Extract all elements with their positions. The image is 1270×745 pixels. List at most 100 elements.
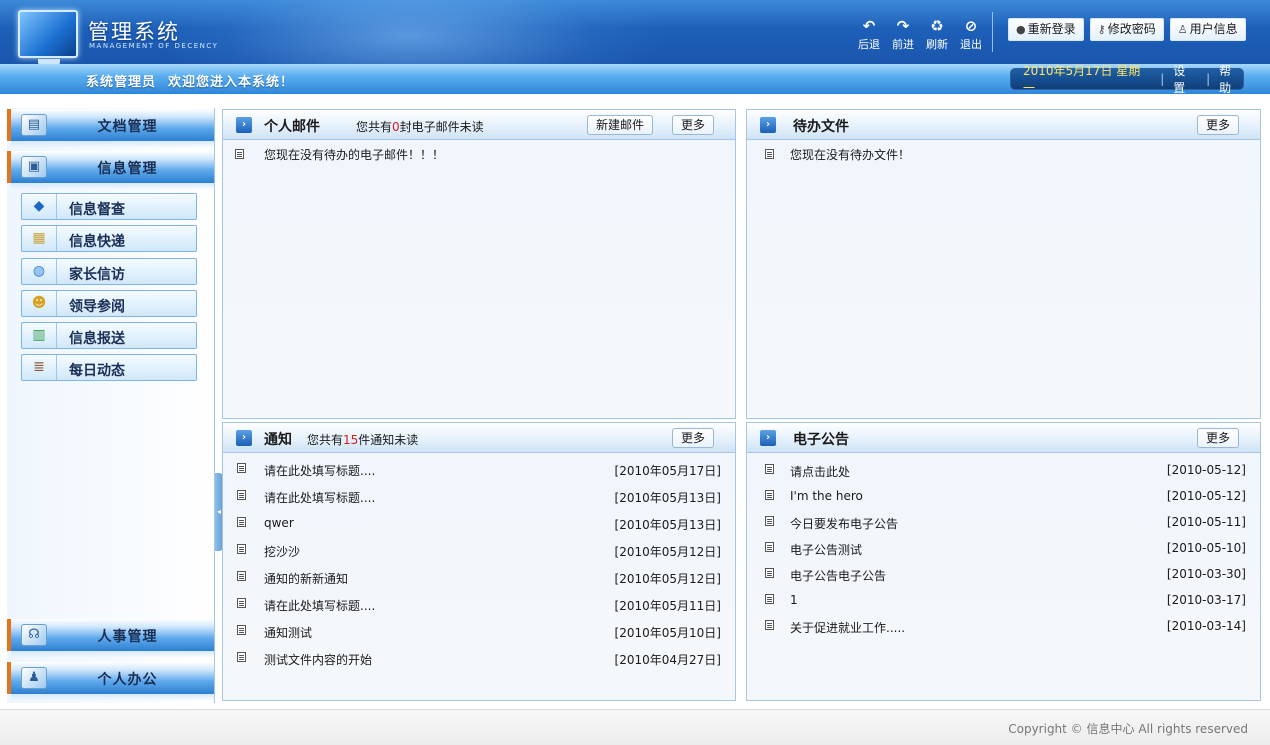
document-icon [237,598,246,608]
key-icon: ⚷ [1097,23,1106,36]
todo-empty-message: 您现在没有待办文件！ [790,148,911,162]
sidebar-item-info-express[interactable]: ▦ 信息快递 [21,225,197,253]
notice-title-link[interactable]: 通知测试 [264,624,312,641]
bulletin-title-link[interactable]: 电子公告测试 [790,541,862,558]
mail-panel-header: › 个人邮件 您共有0封电子邮件未读 新建邮件 更多 [223,110,735,140]
sidebar-section-personal[interactable]: ♟ 个人办公 [7,662,214,701]
notice-title-link[interactable]: qwer [264,516,294,530]
welcome-text: 系统管理员 欢迎您进入本系统！ [86,71,294,90]
globe-icon: ◍ [32,262,46,279]
todo-panel-header: › 待办文件 更多 [747,110,1260,140]
relogin-button[interactable]: ● 重新登录 [1008,18,1084,41]
bulletin-title-link[interactable]: 关于促进就业工作..... [790,619,905,636]
document-icon [237,571,246,581]
notice-list: 请在此处填写标题.... [2010年05月17日] 请在此处填写标题.... … [223,456,735,672]
notice-date: [2010年05月12日] [614,572,721,586]
new-mail-button[interactable]: 新建邮件 [587,115,654,135]
notice-title-link[interactable]: 测试文件内容的开始 [264,651,372,668]
todo-more-button[interactable]: 更多 [1197,115,1240,135]
browser-toolbar: ↶ 后退 ↷ 前进 ♻ 刷新 ⊘ 退出 [852,18,988,52]
notice-title-link[interactable]: 挖沙沙 [264,543,300,560]
welcome-bar: 系统管理员 欢迎您进入本系统！ 2010年5月17日 星期一 | 设置 | 帮助 [0,64,1270,95]
todo-panel-title: 待办文件 [793,119,849,135]
notice-date: [2010年04月27日] [614,653,721,667]
bulletin-title-link[interactable]: 请点击此处 [790,463,850,480]
notice-title-link[interactable]: 请在此处填写标题.... [264,489,375,506]
back-button[interactable]: ↶ 后退 [852,18,886,52]
arrow-right-icon: › [760,430,776,446]
table-row: 测试文件内容的开始 [2010年04月27日] [223,645,735,672]
sidebar-item-parent-letters[interactable]: ◍ 家长信访 [21,257,197,285]
forward-button[interactable]: ↷ 前进 [886,18,920,52]
note-suffix: 件通知未读 [358,433,419,447]
notice-date: [2010年05月12日] [614,545,721,559]
exit-button[interactable]: ⊘ 退出 [954,18,988,52]
sidebar-section-info[interactable]: ▣ 信息管理 [7,151,214,190]
bulletin-date: [2010-05-10] [1166,541,1246,555]
mail-more-button[interactable]: 更多 [672,115,715,135]
table-row: 通知测试 [2010年05月10日] [223,618,735,645]
table-row: 关于促进就业工作..... [2010-03-14] [747,613,1260,639]
help-link[interactable]: 帮助 [1219,62,1243,96]
bulletin-date: [2010-05-12] [1166,463,1246,477]
notice-unread-note: 您共有15件通知未读 [307,431,418,448]
item-label: 信息报送 [69,331,125,348]
bulletin-panel-title: 电子公告 [793,432,849,448]
table-row: 通知的新新通知 [2010年05月12日] [223,564,735,591]
notice-panel: › 通知 您共有15件通知未读 更多 请在此处填写标题.... [2010年05… [222,422,736,701]
notice-more-button[interactable]: 更多 [672,428,715,448]
mail-list: 您现在没有待办的电子邮件！！！ [223,140,735,167]
user-info-button[interactable]: ♙ 用户信息 [1169,18,1246,41]
document-icon [237,463,246,473]
recycle-icon: ♻ [930,17,944,35]
document-icon [237,544,246,554]
table-row: 请在此处填写标题.... [2010年05月13日] [223,483,735,510]
settings-link[interactable]: 设置 [1173,62,1197,96]
bulletin-list: 请点击此处 [2010-05-12] I'm the hero [2010-05… [747,457,1260,639]
mail-unread-note: 您共有0封电子邮件未读 [356,118,484,135]
table-row: qwer [2010年05月13日] [223,510,735,537]
sidebar-item-info-report[interactable]: ▥ 信息报送 [21,322,197,350]
bulletin-title-link[interactable]: 1 [790,593,798,607]
notice-date: [2010年05月11日] [614,599,721,613]
sidebar-item-leader-reading[interactable]: ☻ 领导参阅 [21,289,197,317]
bulletin-date: [2010-03-17] [1166,593,1246,607]
item-divider [56,226,57,252]
no-entry-icon: ⊘ [964,17,978,35]
bulletin-more-button[interactable]: 更多 [1197,428,1240,448]
package-icon: ▦ [32,230,46,247]
mail-panel-title: 个人邮件 [264,119,320,135]
notice-title-link[interactable]: 请在此处填写标题.... [264,462,375,479]
bulletin-title-link[interactable]: 电子公告电子公告 [790,567,886,584]
document-icon [765,149,774,159]
date-bar-divider: | [1206,72,1211,86]
header-bar: 管理系统 MANAGEMENT OF DECENCY ↶ 后退 ↷ 前进 ♻ 刷… [0,0,1270,64]
notice-title-link[interactable]: 通知的新新通知 [264,570,348,587]
document-icon [765,490,774,500]
bulletin-title-link[interactable]: 今日要发布电子公告 [790,515,898,532]
bulletin-date: [2010-05-11] [1166,515,1246,529]
note-suffix: 封电子邮件未读 [399,120,484,134]
user-icon: ♙ [1177,23,1188,36]
refresh-button[interactable]: ♻ 刷新 [920,18,954,52]
headset-icon: ☊ [21,624,47,646]
sidebar-item-info-inspection[interactable]: ◆ 信息督查 [21,193,197,220]
date-bar: 2010年5月17日 星期一 | 设置 | 帮助 [1010,64,1244,95]
notice-date: [2010年05月13日] [614,491,721,505]
monitor-logo-icon [18,10,78,64]
change-password-button[interactable]: ⚷ 修改密码 [1089,18,1164,41]
person-office-icon: ♟ [21,667,47,689]
document-icon [235,149,244,159]
todo-list: 您现在没有待办文件！ [747,140,1260,167]
sidebar-item-daily-news[interactable]: ≣ 每日动态 [21,354,197,382]
document-icon [237,517,246,527]
bulletin-title-link[interactable]: I'm the hero [790,489,863,503]
list-item: 您现在没有待办的电子邮件！！！ [223,140,735,167]
sidebar-section-hr[interactable]: ☊ 人事管理 [7,619,214,658]
person-icon: ☻ [31,294,47,311]
notice-title-link[interactable]: 请在此处填写标题.... [264,597,375,614]
sidebar-section-documents[interactable]: ▤ 文档管理 [7,109,214,148]
mail-unread-count: 0 [392,120,400,134]
sidebar-info-items: ◆ 信息督查 ▦ 信息快递 ◍ 家长信访 ☻ 领导参阅 ▥ 信息报送 ≣ 每日动… [21,193,197,387]
header-swoosh-decoration [150,0,670,64]
